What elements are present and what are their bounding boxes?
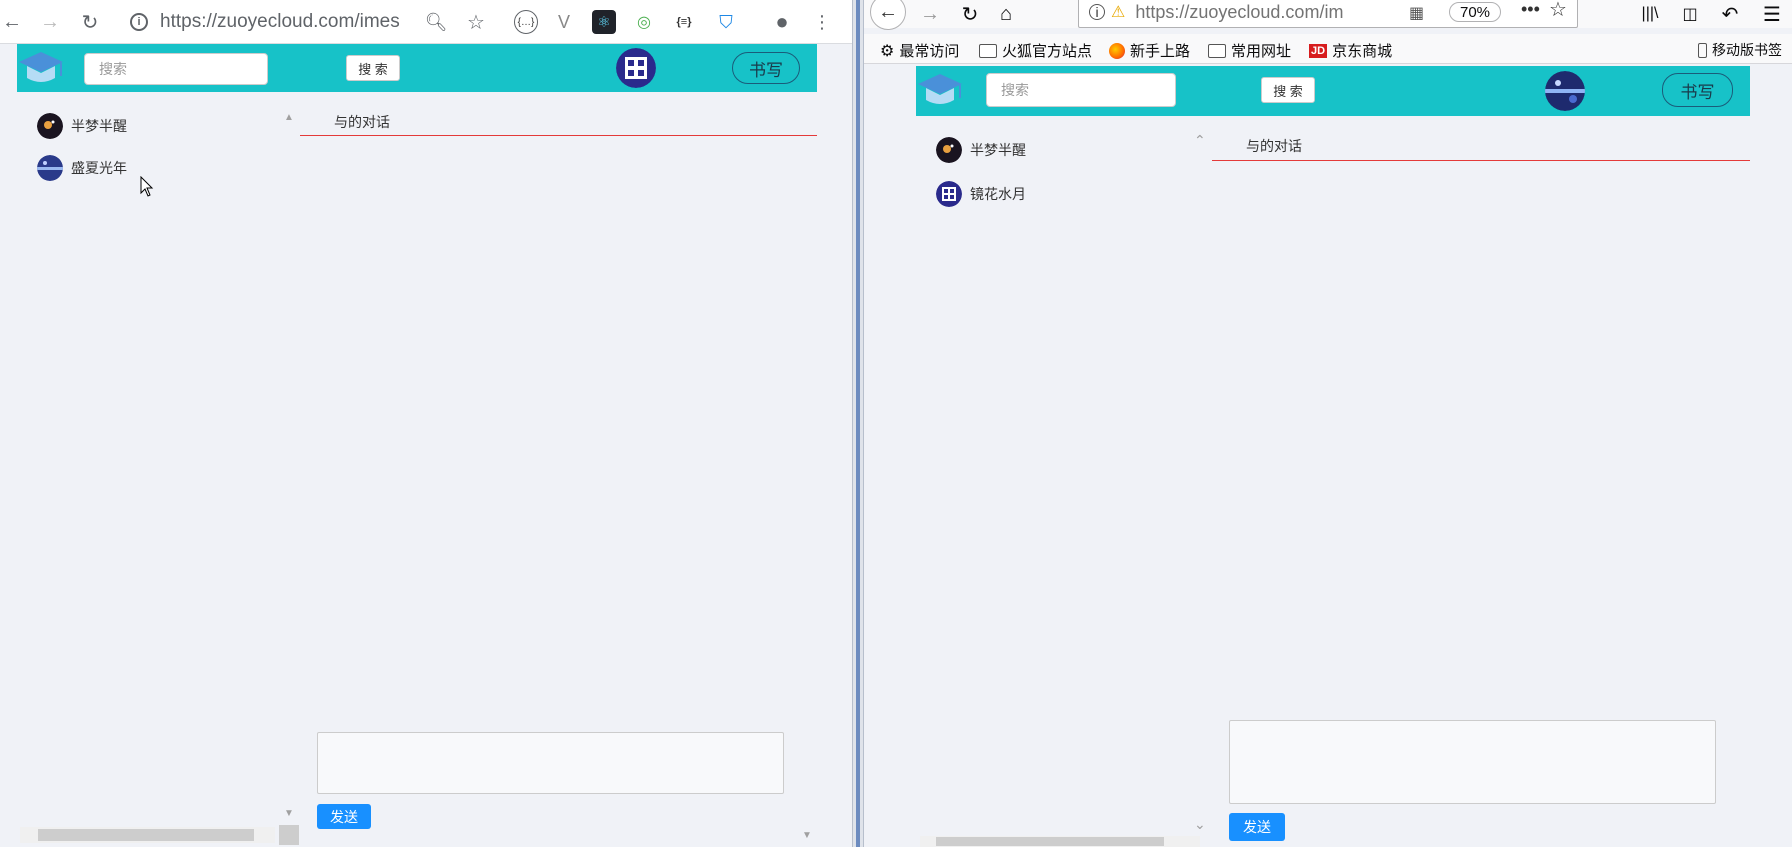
- json-viewer-icon[interactable]: {≡}: [672, 10, 696, 34]
- scroll-up-arrow-icon[interactable]: ▲: [284, 112, 294, 123]
- search-button[interactable]: 搜 索: [346, 55, 400, 81]
- app-header: 搜索 搜 索 书写: [17, 44, 817, 92]
- chat-divider: [300, 135, 817, 136]
- scrollbar-corner: [279, 825, 299, 845]
- address-bar[interactable]: i https://zuoyecloud.com/imes: [130, 8, 440, 36]
- chat-divider: [1212, 160, 1750, 161]
- mobile-icon: [1698, 42, 1707, 58]
- firefox-toolbar: ← → ↻ ⌂ i ⚠ https://zuoyecloud.com/im ▦ …: [864, 0, 1792, 30]
- page-actions-icon[interactable]: •••: [1521, 0, 1540, 20]
- firefox-icon: [1109, 42, 1125, 59]
- chat-title: 与的对话: [1246, 138, 1302, 154]
- contact-item[interactable]: 盛夏光年: [37, 155, 127, 181]
- library-icon[interactable]: |||\: [1638, 2, 1662, 26]
- send-button[interactable]: 发送: [317, 804, 371, 829]
- search-button[interactable]: 搜 索: [1261, 77, 1315, 103]
- horizontal-scrollbar[interactable]: [920, 836, 1200, 847]
- reload-icon[interactable]: ↻: [78, 10, 102, 34]
- forward-icon[interactable]: →: [918, 2, 942, 26]
- scroll-down-arrow-icon[interactable]: ▼: [802, 830, 812, 841]
- react-devtools-icon[interactable]: ⚛: [592, 10, 616, 34]
- vue-devtools-icon[interactable]: V: [552, 10, 576, 34]
- gear-icon: ⚙: [880, 42, 895, 60]
- folder-icon: [979, 43, 997, 58]
- home-icon[interactable]: ⌂: [994, 2, 1018, 26]
- back-icon[interactable]: ←: [0, 10, 24, 34]
- zoom-icon[interactable]: 🔍︎: [424, 10, 448, 34]
- chevron-up-icon[interactable]: ⌃: [1194, 132, 1206, 149]
- bookmarks-toolbar: ⚙ 最常访问 火狐官方站点 新手上路 常用网址 JD 京东商城 移动版书签: [864, 34, 1792, 64]
- chrome-toolbar: ← → ↻ i https://zuoyecloud.com/imes 🔍︎ ☆…: [0, 0, 852, 44]
- bookmark-item[interactable]: 常用网址: [1208, 40, 1291, 61]
- scrollbar-thumb[interactable]: [936, 837, 1164, 846]
- contact-avatar: [936, 137, 962, 163]
- folder-icon: [1208, 43, 1226, 58]
- chat-title: 与的对话: [334, 114, 390, 130]
- url-text: https://zuoyecloud.com/im: [1135, 1, 1344, 22]
- lock-warning-icon[interactable]: ⚠: [1111, 2, 1125, 22]
- app-header: 搜索 搜 索 书写: [916, 66, 1750, 116]
- send-button[interactable]: 发送: [1229, 813, 1285, 841]
- extension-circle-icon[interactable]: ◎: [632, 10, 656, 34]
- menu-dots-icon[interactable]: ⋮: [810, 10, 834, 34]
- search-input[interactable]: 搜索: [986, 73, 1176, 107]
- undo-icon[interactable]: ↶: [1718, 2, 1742, 26]
- contact-avatar: [37, 113, 63, 139]
- horizontal-scrollbar[interactable]: [20, 827, 275, 843]
- url-text: https://zuoyecloud.com/imes: [160, 11, 400, 32]
- scroll-down-arrow-icon[interactable]: ▼: [284, 808, 294, 819]
- message-input[interactable]: [317, 732, 784, 794]
- contact-name: 半梦半醒: [970, 142, 1026, 158]
- contact-name: 镜花水月: [970, 186, 1026, 202]
- message-input[interactable]: [1229, 720, 1716, 804]
- graduation-cap-logo-icon[interactable]: [916, 70, 964, 110]
- shield-icon[interactable]: ⛉: [714, 10, 738, 34]
- bookmark-star-icon[interactable]: ☆: [1549, 0, 1567, 22]
- zoom-level[interactable]: 70%: [1449, 2, 1502, 22]
- bookmark-item[interactable]: ⚙ 最常访问: [880, 40, 959, 61]
- contact-avatar: [37, 155, 63, 181]
- mouse-cursor-icon: [140, 176, 154, 197]
- info-icon[interactable]: i: [1089, 4, 1105, 20]
- right-browser-window: ← → ↻ ⌂ i ⚠ https://zuoyecloud.com/im ▦ …: [864, 0, 1792, 847]
- qr-code-icon[interactable]: ▦: [1409, 3, 1424, 23]
- graduation-cap-logo-icon[interactable]: [17, 48, 65, 88]
- address-bar[interactable]: i ⚠ https://zuoyecloud.com/im ▦ 70% ••• …: [1078, 0, 1578, 28]
- hamburger-menu-icon[interactable]: ☰: [1760, 2, 1784, 26]
- write-button[interactable]: 书写: [1662, 73, 1733, 107]
- search-input[interactable]: 搜索: [84, 53, 268, 85]
- bookmark-item[interactable]: JD 京东商城: [1309, 40, 1392, 61]
- contact-item[interactable]: 镜花水月: [936, 181, 1026, 207]
- forward-icon[interactable]: →: [38, 10, 62, 34]
- window-splitter[interactable]: [852, 0, 864, 847]
- bookmark-item[interactable]: 火狐官方站点: [979, 40, 1092, 61]
- profile-icon[interactable]: ●: [770, 9, 794, 34]
- user-avatar[interactable]: [1545, 71, 1585, 111]
- scrollbar-thumb[interactable]: [38, 829, 254, 841]
- jd-icon: JD: [1309, 43, 1328, 58]
- contact-item[interactable]: 半梦半醒: [936, 137, 1026, 163]
- chevron-down-icon[interactable]: ⌄: [1194, 816, 1206, 833]
- back-icon[interactable]: ←: [870, 0, 906, 30]
- reload-icon[interactable]: ↻: [958, 2, 982, 26]
- star-icon[interactable]: ☆: [464, 10, 488, 34]
- info-icon[interactable]: i: [130, 13, 148, 31]
- left-browser-window: ← → ↻ i https://zuoyecloud.com/imes 🔍︎ ☆…: [0, 0, 852, 847]
- contact-item[interactable]: 半梦半醒: [37, 113, 127, 139]
- contact-name: 盛夏光年: [71, 160, 127, 176]
- contact-name: 半梦半醒: [71, 118, 127, 134]
- contact-avatar: [936, 181, 962, 207]
- sidebar-icon[interactable]: ◫: [1678, 2, 1702, 26]
- extension-icon[interactable]: {…}: [514, 10, 538, 34]
- bookmark-item[interactable]: 移动版书签: [1698, 40, 1782, 60]
- bookmark-item[interactable]: 新手上路: [1109, 40, 1190, 61]
- write-button[interactable]: 书写: [732, 52, 800, 84]
- user-avatar[interactable]: [616, 48, 656, 88]
